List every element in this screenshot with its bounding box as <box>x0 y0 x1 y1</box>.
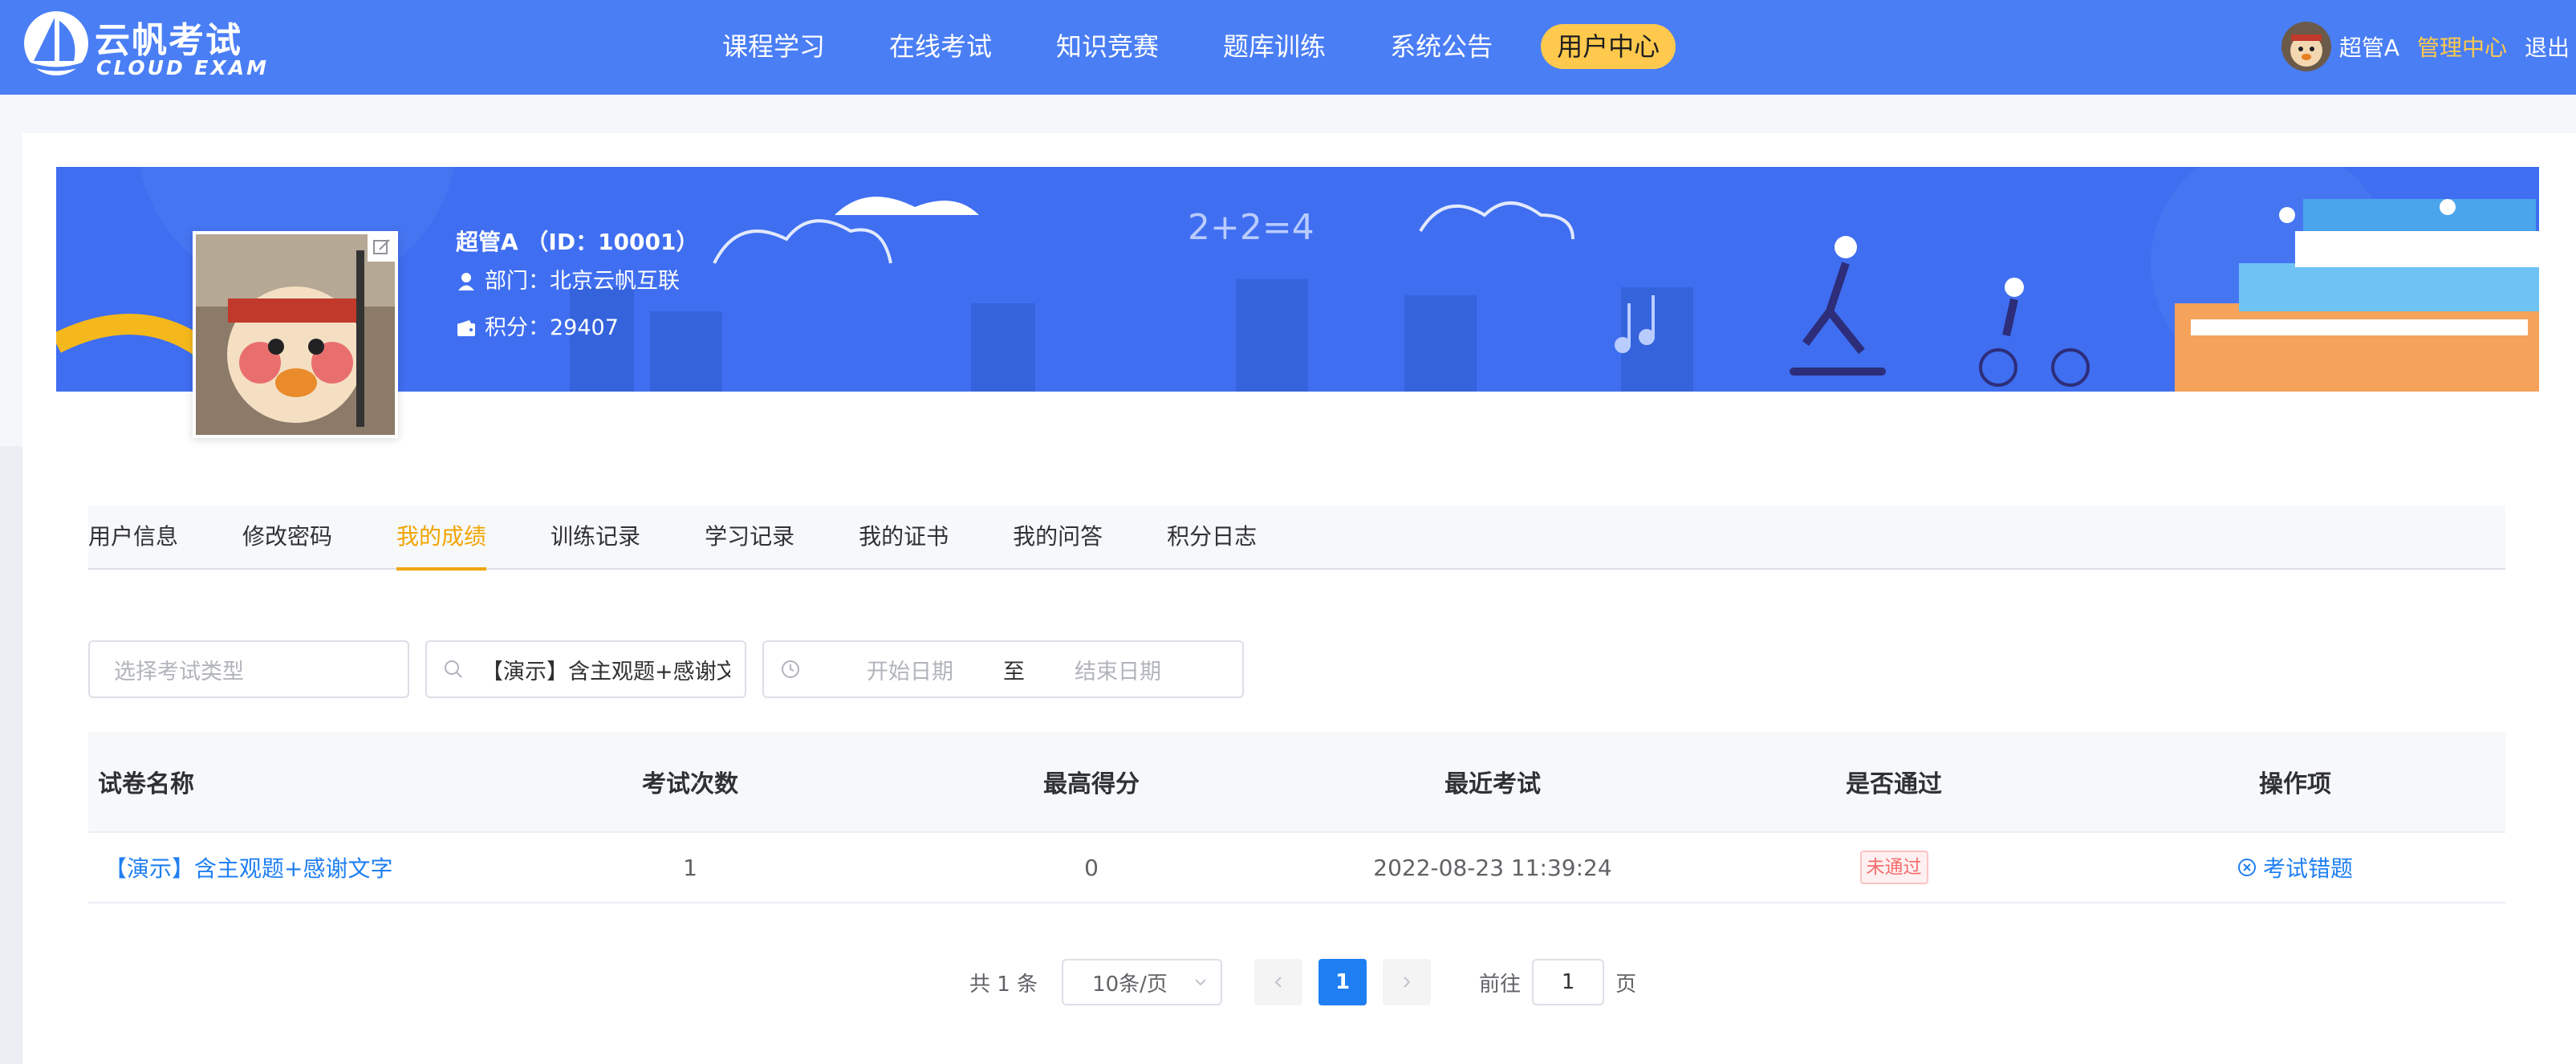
table-header: 试卷名称 考试次数 最高得分 最近考试 是否通过 操作项 <box>88 732 2505 831</box>
last-exam-cell: 2022-08-23 11:39:24 <box>1373 854 1612 881</box>
brand-name-cn: 云帆考试 <box>95 20 242 61</box>
wrong-questions-label: 考试错题 <box>2262 855 2353 882</box>
profile-points: 积分：29407 <box>485 315 619 340</box>
tab-change-password[interactable]: 修改密码 <box>242 505 332 569</box>
actions-cell: 考试错题 <box>2095 851 2496 883</box>
tab-study-records[interactable]: 学习记录 <box>705 505 794 569</box>
goto-label: 前往 <box>1479 972 1522 997</box>
next-page-button[interactable] <box>1383 959 1432 1005</box>
search-input[interactable]: 【演示】含主观题+感谢文字 <box>425 640 746 698</box>
status-badge: 未通过 <box>1859 851 1928 884</box>
page-suffix: 页 <box>1615 972 1637 997</box>
end-date-input[interactable]: 结束日期 <box>1075 654 1161 685</box>
close-circle-icon <box>2237 859 2256 876</box>
paper-name-link[interactable]: 【演示】含主观题+感谢文字 <box>88 851 490 883</box>
user-center-tabs: 用户信息 修改密码 我的成绩 训练记录 学习记录 我的证书 我的问答 积分日志 <box>88 505 2505 571</box>
profile-name: 超管A （ID：10001） <box>456 229 699 255</box>
top-navbar: 云帆考试 CLOUD EXAM 课程学习 在线考试 知识竞赛 题库训练 系统公告… <box>0 0 2576 95</box>
user-menu: 超管A 管理中心 退出 <box>2281 21 2570 72</box>
user-icon <box>456 271 477 292</box>
exam-type-placeholder: 选择考试类型 <box>114 659 244 684</box>
admin-center-link[interactable]: 管理中心 <box>2417 30 2507 63</box>
banner-illustration: 2+2=4 <box>56 167 2539 392</box>
wallet-icon <box>456 318 477 339</box>
scores-table: 试卷名称 考试次数 最高得分 最近考试 是否通过 操作项 【演示】含主观题+感谢… <box>88 732 2505 904</box>
brand-name-en: CLOUD EXAM <box>96 56 269 79</box>
attempts-cell: 1 <box>683 854 697 881</box>
page-size-value: 10条/页 <box>1092 972 1168 997</box>
brand-logo[interactable]: 云帆考试 CLOUD EXAM <box>22 10 271 85</box>
tab-training-records[interactable]: 训练记录 <box>551 505 640 569</box>
profile-info: 超管A （ID：10001） 部门：北京云帆互联 积分：29407 <box>456 226 699 351</box>
page-number-1[interactable]: 1 <box>1318 959 1367 1005</box>
header-attempts: 考试次数 <box>642 770 738 798</box>
search-input-value: 【演示】含主观题+感谢文字 <box>481 659 730 684</box>
tab-points-log[interactable]: 积分日志 <box>1167 505 1257 569</box>
header-actions: 操作项 <box>2259 770 2331 798</box>
username-label[interactable]: 超管A <box>2339 30 2399 63</box>
header-paper-name: 试卷名称 <box>98 770 194 798</box>
avatar[interactable] <box>2281 22 2331 71</box>
wrong-questions-button[interactable]: 考试错题 <box>2237 851 2353 883</box>
nav-knowledge-contest[interactable]: 知识竞赛 <box>1056 24 1159 69</box>
pagination-total: 共 1 条 <box>969 972 1038 997</box>
nav-user-center[interactable]: 用户中心 <box>1541 24 1676 69</box>
nav-question-bank[interactable]: 题库训练 <box>1223 24 1326 69</box>
profile-points-row: 积分：29407 <box>456 305 699 351</box>
passed-cell: 未通过 <box>1693 851 2095 884</box>
tab-my-scores[interactable]: 我的成绩 <box>396 505 487 571</box>
left-gutter <box>0 446 22 1064</box>
tab-user-info[interactable]: 用户信息 <box>88 505 178 569</box>
profile-department-row: 部门：北京云帆互联 <box>456 258 699 305</box>
tab-my-questions[interactable]: 我的问答 <box>1013 505 1103 569</box>
nav-announcements[interactable]: 系统公告 <box>1390 24 1493 69</box>
profile-avatar-image <box>196 234 395 435</box>
header-last-exam: 最近考试 <box>1444 770 1541 798</box>
date-separator: 至 <box>1003 659 1025 684</box>
chevron-down-icon <box>1195 979 1206 986</box>
pagination: 共 1 条 10条/页 1 前往 1 页 <box>969 958 1636 1006</box>
clock-icon <box>782 660 799 678</box>
profile-department: 部门：北京云帆互联 <box>485 269 680 294</box>
goto-page-input[interactable]: 1 <box>1532 959 1605 1005</box>
search-icon <box>445 660 462 678</box>
profile-avatar[interactable] <box>193 231 398 438</box>
main-nav: 课程学习 在线考试 知识竞赛 题库训练 系统公告 用户中心 <box>722 24 1740 69</box>
tab-my-certificates[interactable]: 我的证书 <box>859 505 949 569</box>
page-size-select[interactable]: 10条/页 <box>1062 959 1223 1005</box>
max-score-cell: 0 <box>1084 854 1099 881</box>
exam-type-select[interactable]: 选择考试类型 <box>88 640 409 698</box>
profile-banner: 2+2=4 <box>56 167 2539 392</box>
chevron-right-icon <box>1404 977 1411 988</box>
date-range-picker[interactable]: 开始日期 至 结束日期 <box>762 640 1244 698</box>
header-passed: 是否通过 <box>1846 770 1942 798</box>
nav-online-exam[interactable]: 在线考试 <box>889 24 992 69</box>
sail-logo-icon <box>24 11 88 75</box>
table-row: 【演示】含主观题+感谢文字 1 0 2022-08-23 11:39:24 未通… <box>88 831 2505 904</box>
logout-link[interactable]: 退出 <box>2525 30 2570 63</box>
chevron-left-icon <box>1274 977 1282 988</box>
nav-course-study[interactable]: 课程学习 <box>722 24 825 69</box>
prev-page-button[interactable] <box>1254 959 1303 1005</box>
edit-avatar-icon[interactable] <box>368 233 396 262</box>
header-max-score: 最高得分 <box>1043 770 1140 798</box>
banner-math-text: 2+2=4 <box>1188 207 1314 248</box>
start-date-input[interactable]: 开始日期 <box>867 654 953 685</box>
user-avatar-icon <box>2281 22 2331 71</box>
